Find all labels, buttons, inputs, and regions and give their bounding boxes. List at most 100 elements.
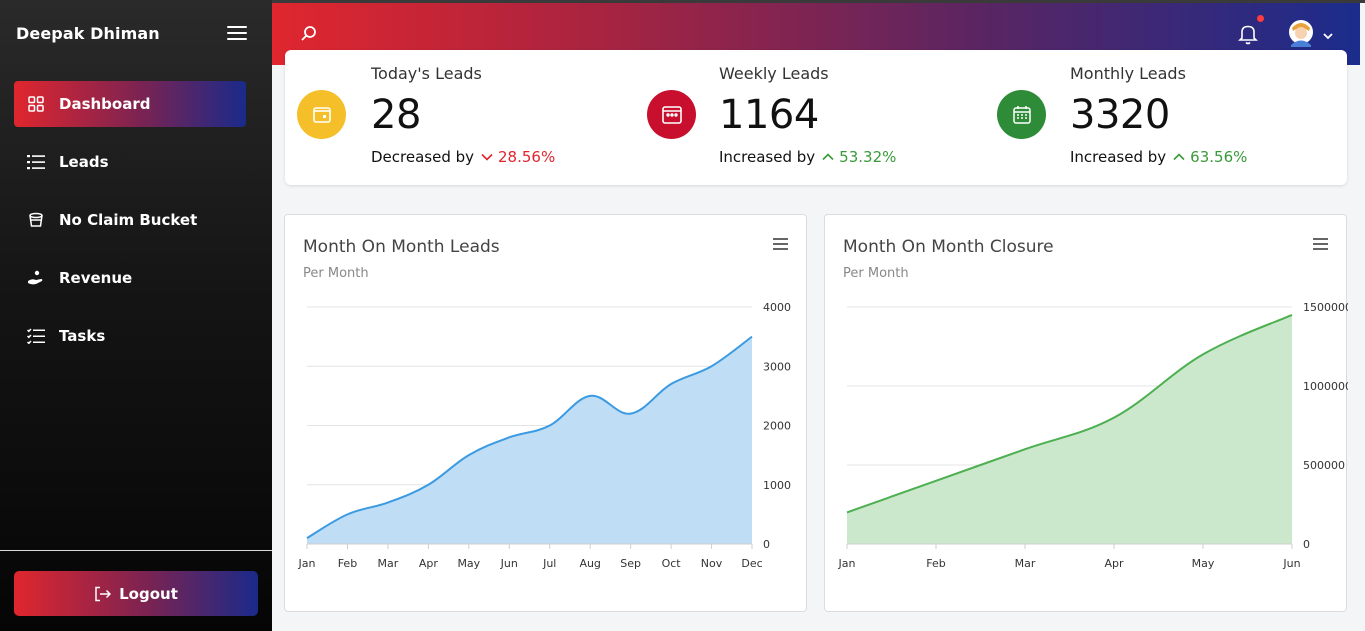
hand-coin-icon [27, 269, 45, 287]
sidebar-item-leads[interactable]: Leads [14, 139, 246, 185]
brand-name: Deepak Dhiman [16, 24, 160, 43]
chart-subtitle: Per Month [843, 266, 909, 281]
chart-title: Month On Month Closure [843, 237, 1054, 257]
data-point [588, 394, 592, 398]
chart-menu-icon[interactable] [773, 238, 788, 250]
stat-change-percent: 28.56% [498, 148, 556, 166]
list-icon [27, 153, 45, 171]
bell-icon[interactable] [1238, 23, 1260, 47]
chevron-up-icon [1173, 151, 1185, 163]
stat-change-label: Increased by [1070, 148, 1167, 166]
x-tick-label: Feb [926, 557, 945, 570]
logout-icon [94, 586, 112, 602]
y-tick-label: 1000000 [1303, 380, 1348, 393]
stat-change: Increased by 53.32% [719, 148, 896, 166]
data-point [750, 335, 754, 339]
stat-label: Weekly Leads [719, 64, 829, 83]
data-point [548, 424, 552, 428]
stat-value: 1164 [719, 92, 819, 138]
x-tick-label: Mar [1015, 557, 1036, 570]
x-tick-label: Jan [298, 557, 316, 570]
data-point [1290, 313, 1294, 317]
y-tick-label: 0 [1303, 538, 1310, 551]
data-point [710, 364, 714, 368]
sidebar-item-no-claim-bucket[interactable]: No Claim Bucket [14, 197, 246, 243]
calendar-month-icon [997, 90, 1046, 139]
stat-change-percent: 53.32% [839, 148, 897, 166]
data-point [386, 501, 390, 505]
menu-toggle-icon[interactable] [227, 26, 247, 42]
y-tick-label: 4000 [763, 301, 791, 314]
notification-dot [1257, 15, 1264, 22]
x-tick-label: May [1192, 557, 1215, 570]
sidebar-divider [0, 550, 272, 551]
stat-change-percent: 63.56% [1190, 148, 1248, 166]
logout-label: Logout [119, 584, 178, 603]
checklist-icon [27, 327, 45, 345]
series-area [847, 314, 1292, 544]
x-tick-label: Apr [1104, 557, 1124, 570]
stat-value: 3320 [1070, 92, 1170, 138]
data-point [467, 453, 471, 457]
stat-change-label: Increased by [719, 148, 816, 166]
x-tick-label: Mar [378, 557, 399, 570]
search-icon[interactable] [299, 24, 319, 44]
sidebar-item-revenue[interactable]: Revenue [14, 255, 246, 301]
calendar-week-icon [647, 90, 696, 139]
data-point [345, 512, 349, 516]
sidebar-item-label: Dashboard [59, 95, 151, 113]
chart-card-leads: 0 1000 2000 3000 4000 Jan Feb Mar Apr May Jun Jul Au… [284, 214, 807, 612]
data-point [669, 382, 673, 386]
y-tick-label: 2000 [763, 420, 791, 433]
data-point [1201, 352, 1205, 356]
data-point [845, 510, 849, 514]
data-point [426, 483, 430, 487]
data-point [934, 479, 938, 483]
x-tick-label: Aug [579, 557, 600, 570]
x-tick-label: Jan [838, 557, 856, 570]
sidebar-item-label: Revenue [59, 269, 133, 287]
logout-button[interactable]: Logout [14, 571, 258, 616]
stat-change: Decreased by 28.56% [371, 148, 555, 166]
chevron-up-icon [822, 151, 834, 163]
sidebar: Deepak Dhiman Dashboard Leads No Claim B… [0, 0, 272, 631]
sidebar-item-dashboard[interactable]: Dashboard [14, 81, 246, 127]
data-point [305, 536, 309, 540]
stat-label: Today's Leads [371, 64, 482, 83]
sidebar-item-label: Leads [59, 153, 109, 171]
x-tick-label: Feb [338, 557, 357, 570]
data-point [1023, 447, 1027, 451]
stat-value: 28 [371, 92, 421, 138]
avatar[interactable] [1288, 19, 1314, 49]
data-point [629, 412, 633, 416]
bucket-icon [27, 211, 45, 229]
y-tick-label: 3000 [763, 360, 791, 373]
series-area [307, 336, 752, 544]
stat-change-label: Decreased by [371, 148, 475, 166]
data-point [507, 435, 511, 439]
wallet-icon [297, 90, 346, 139]
chart-subtitle: Per Month [303, 266, 369, 281]
sidebar-item-label: No Claim Bucket [59, 211, 198, 229]
y-tick-label: 1500000 [1303, 301, 1348, 314]
y-tick-label: 1000 [763, 479, 791, 492]
y-tick-label: 500000 [1303, 459, 1345, 472]
x-tick-label: Apr [419, 557, 439, 570]
x-tick-label: May [457, 557, 480, 570]
chart-card-closure: 0 500000 1000000 1500000 Jan Feb Mar Apr May Jun … [824, 214, 1348, 612]
chart-title: Month On Month Leads [303, 237, 500, 257]
stat-change: Increased by 63.56% [1070, 148, 1247, 166]
chevron-down-icon[interactable] [1322, 27, 1334, 40]
chevron-down-icon [481, 151, 493, 163]
sidebar-item-tasks[interactable]: Tasks [14, 313, 246, 359]
x-tick-label: Sep [620, 557, 641, 570]
x-tick-label: Jun [1282, 557, 1300, 570]
y-tick-label: 0 [763, 538, 770, 551]
grid-icon [27, 95, 45, 113]
chart-menu-icon[interactable] [1313, 238, 1328, 250]
x-tick-label: Jun [500, 557, 518, 570]
sidebar-item-label: Tasks [59, 327, 106, 345]
x-tick-label: Oct [662, 557, 682, 570]
x-tick-label: Nov [701, 557, 723, 570]
sidebar-nav: Dashboard Leads No Claim Bucket Revenue … [14, 81, 246, 371]
